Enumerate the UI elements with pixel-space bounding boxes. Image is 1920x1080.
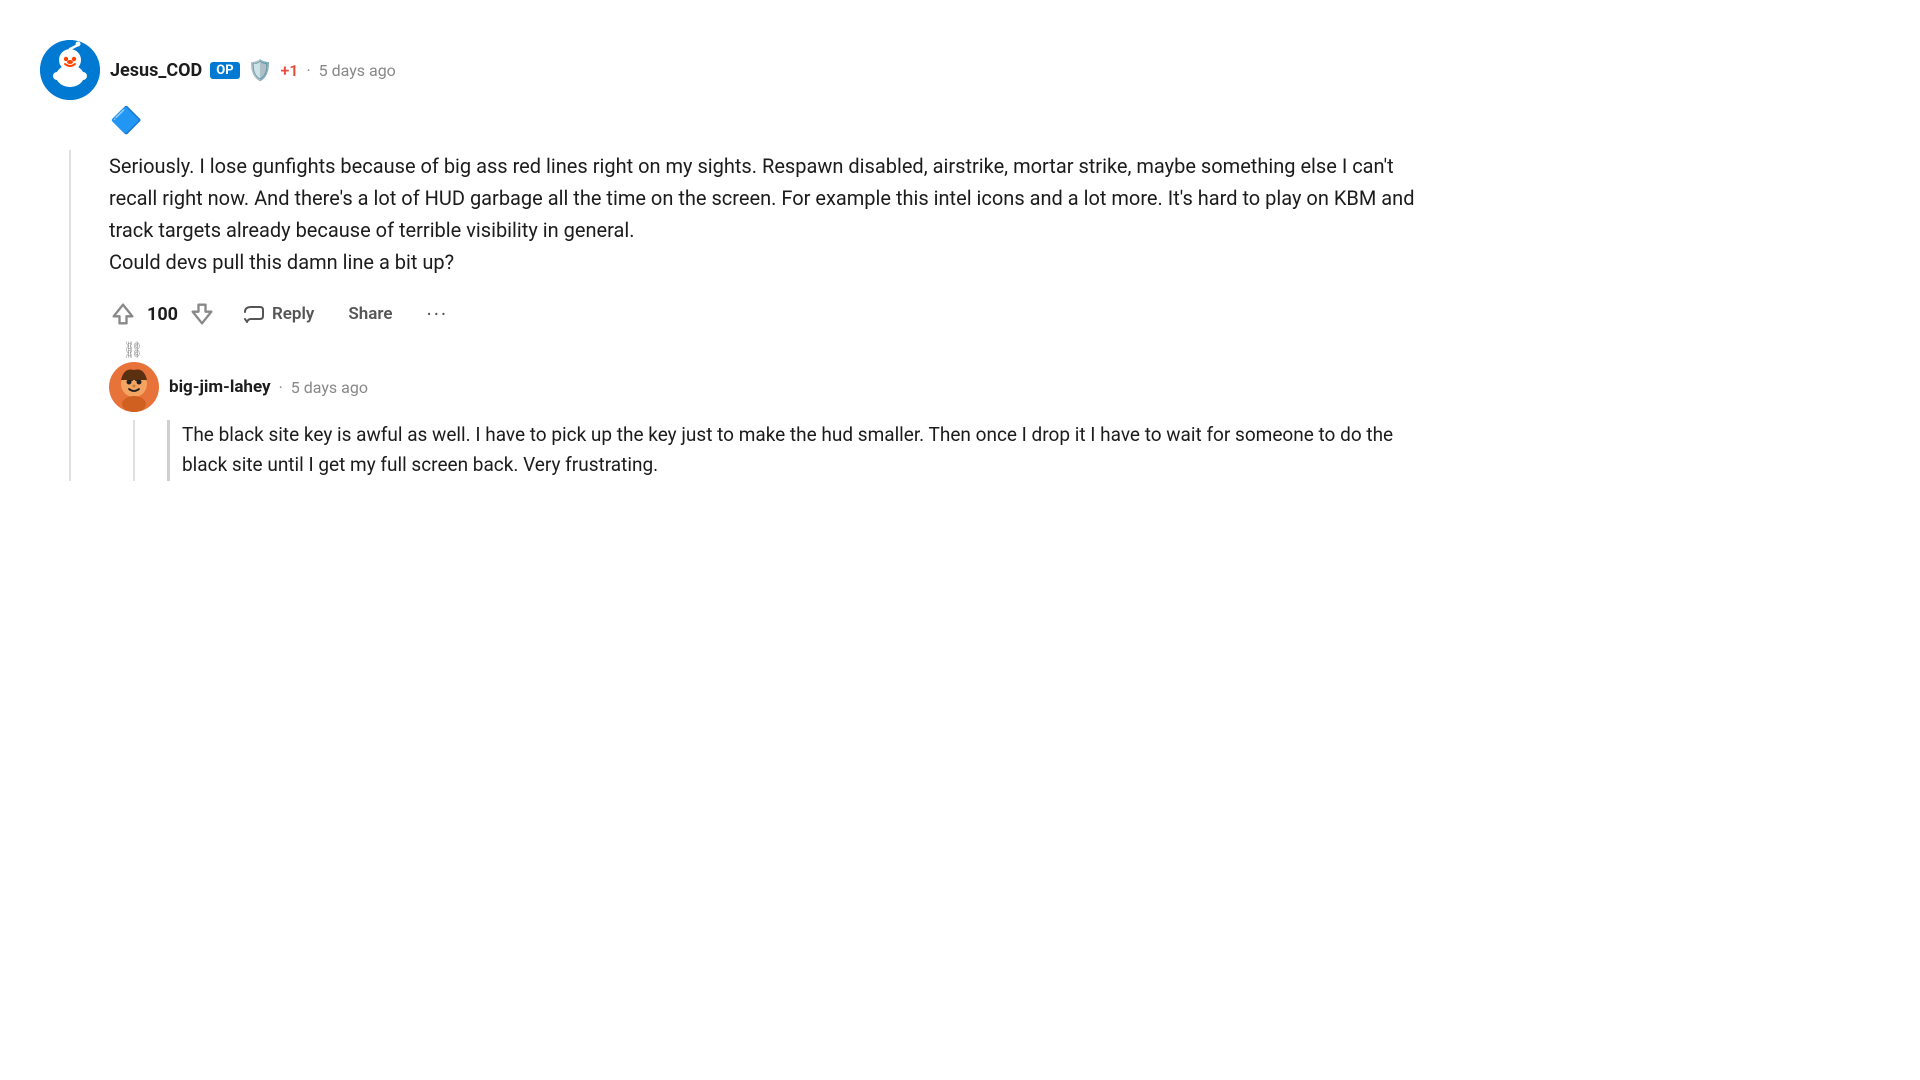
- sub-comment: ⛓: [109, 362, 1440, 481]
- upvote-button[interactable]: [109, 300, 137, 328]
- comment-actions: 100 Reply Share: [109, 296, 1440, 332]
- downvote-button[interactable]: [188, 300, 216, 328]
- share-label: Share: [348, 304, 392, 324]
- reply-button[interactable]: Reply: [234, 296, 322, 332]
- sub-comment-text: The black site key is awful as well. I h…: [167, 420, 1440, 481]
- main-comment-text: Seriously. I lose gunfights because of b…: [109, 150, 1440, 278]
- main-username: Jesus_COD: [110, 60, 202, 81]
- sub-avatar-wrapper: ⛓: [109, 362, 159, 412]
- reply-icon: [242, 302, 266, 326]
- vote-section: 100: [109, 300, 216, 328]
- sub-comment-avatar: [109, 362, 159, 412]
- main-comment-content: Seriously. I lose gunfights because of b…: [109, 150, 1440, 481]
- sub-comment-content: The black site key is awful as well. I h…: [167, 420, 1440, 481]
- awards-row: 🔷: [110, 106, 1440, 136]
- chain-link-icon: ⛓: [123, 340, 143, 359]
- main-comment-meta: Jesus_COD OP 🛡️ +1 · 5 days ago: [110, 58, 396, 82]
- op-badge: OP: [210, 62, 239, 79]
- karma-count: +1: [281, 61, 299, 80]
- thread-line: [69, 150, 71, 481]
- sub-comment-meta: big-jim-lahey · 5 days ago: [169, 377, 368, 397]
- sub-username: big-jim-lahey: [169, 377, 271, 397]
- sub-comment-header: ⛓: [109, 362, 1440, 412]
- downvote-icon: [188, 300, 216, 328]
- sub-timestamp: 5 days ago: [291, 378, 368, 397]
- vote-count: 100: [147, 304, 178, 325]
- reply-label: Reply: [272, 304, 314, 324]
- comment-thread: Jesus_COD OP 🛡️ +1 · 5 days ago 🔷 Seriou…: [40, 40, 1440, 481]
- main-comment-avatar: [40, 40, 100, 100]
- dot-separator: ·: [306, 61, 310, 80]
- reddit-snoo-icon: [40, 40, 100, 100]
- award-shield-icon: 🛡️: [248, 58, 273, 82]
- main-comment: Jesus_COD OP 🛡️ +1 · 5 days ago 🔷 Seriou…: [40, 40, 1440, 481]
- more-icon: ···: [426, 302, 448, 326]
- sub-comment-body-wrapper: The black site key is awful as well. I h…: [109, 420, 1440, 481]
- share-button[interactable]: Share: [340, 298, 400, 330]
- main-comment-body-wrapper: Seriously. I lose gunfights because of b…: [40, 150, 1440, 481]
- upvote-icon: [109, 300, 137, 328]
- main-timestamp: 5 days ago: [319, 61, 396, 80]
- more-options-button[interactable]: ···: [418, 298, 456, 330]
- sub-thread-line: [133, 420, 135, 481]
- main-comment-header: Jesus_COD OP 🛡️ +1 · 5 days ago: [40, 40, 1440, 100]
- award-small-icon: 🔷: [110, 106, 142, 136]
- sub-dot-separator: ·: [279, 378, 283, 397]
